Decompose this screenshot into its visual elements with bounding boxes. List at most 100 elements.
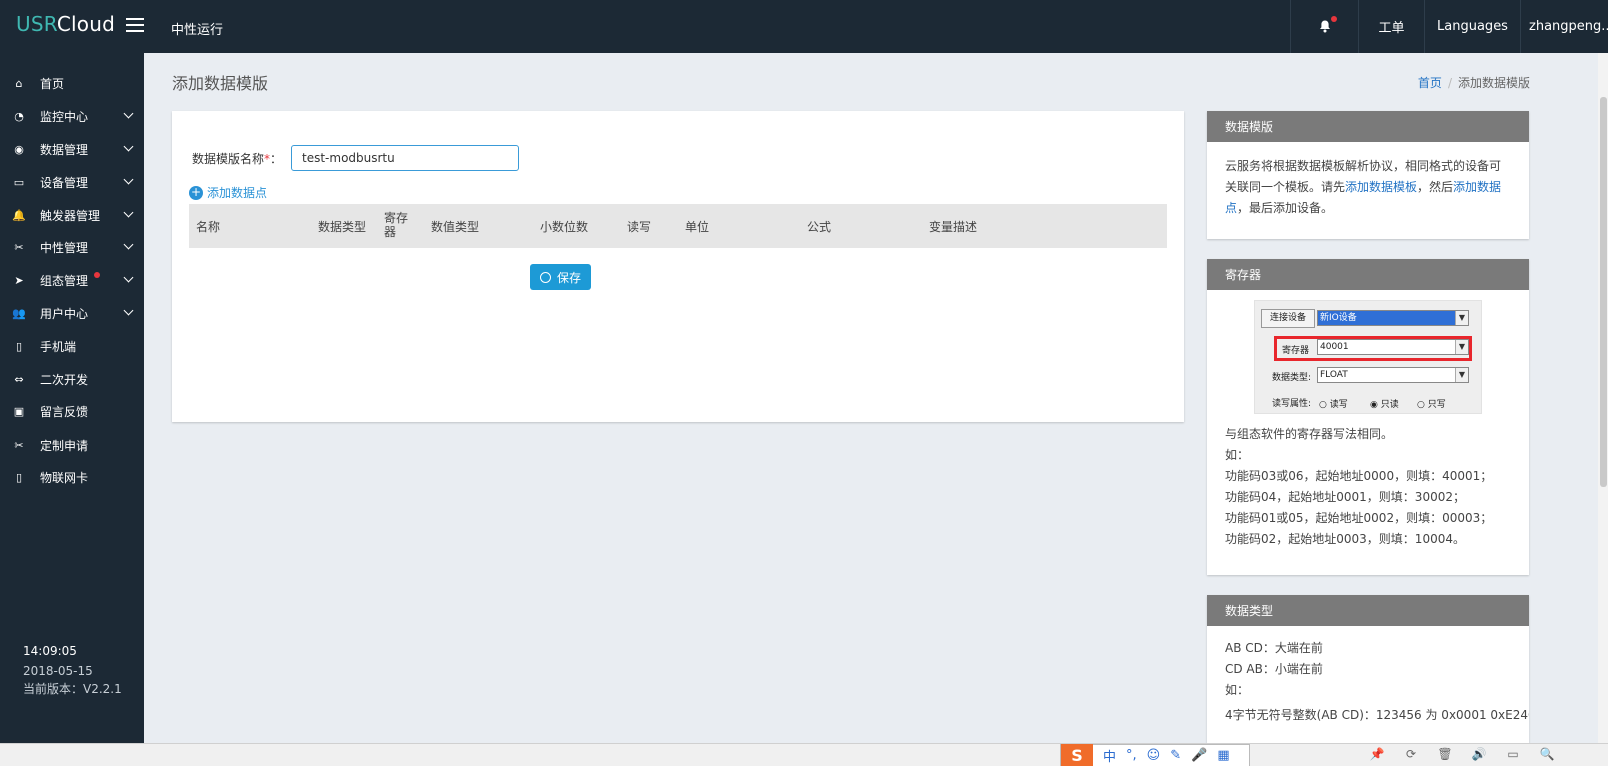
header-right: 工单 Languages zhangpeng... (1290, 0, 1608, 53)
bell-icon: 🔔 (12, 208, 26, 222)
register-help-line: 功能码04，起始地址0001，则填：30002； (1225, 490, 1465, 504)
add-template-link[interactable]: 添加数据模板 (1345, 180, 1417, 194)
logo-cloud: Cloud (56, 12, 115, 36)
panel-body: 与组态软件的寄存器写法相同。 如： 功能码03或06，起始地址0000，则填：4… (1207, 414, 1529, 564)
img-rw-option-label: 只写 (1427, 400, 1446, 410)
column-header: 数值类型 (431, 220, 480, 234)
sidebar-item[interactable]: ✂ 定制申请 (0, 430, 144, 460)
notification-button[interactable] (1290, 0, 1358, 53)
send-icon: ➤ (14, 273, 24, 287)
template-help-panel: 数据模版 云服务将根据数据模板解析协议，相同格式的设备可关联同一个模板。请先添加… (1207, 111, 1529, 239)
logo[interactable]: USRCloud (16, 12, 115, 36)
column-header: 公式 (807, 220, 832, 234)
register-help-line: 功能码02，起始地址0003，则填：10004。 (1225, 532, 1465, 546)
sidebar-clock: 14:09:05 (23, 644, 77, 658)
volume-icon[interactable]: 🔊 (1462, 747, 1496, 761)
template-name-input[interactable] (291, 145, 519, 171)
save-button[interactable]: 保存 (530, 264, 591, 290)
panel-body: AB CD：大端在前 CD AB：小端在前 如： 4字节无符号整数(AB CD)… (1207, 626, 1529, 740)
sogou-logo[interactable]: S (1061, 744, 1093, 766)
sidebar-item-label: 设备管理 (40, 175, 89, 190)
sidebar-item-label: 触发器管理 (40, 208, 101, 223)
sidebar-item[interactable]: 🔔 触发器管理 (0, 200, 144, 230)
hamburger-menu-icon[interactable] (126, 18, 144, 32)
page-scrollbar[interactable] (1598, 53, 1608, 743)
notification-dot (1331, 16, 1337, 22)
datatype-help-panel: 数据类型 AB CD：大端在前 CD AB：小端在前 如： 4字节无符号整数(A… (1207, 595, 1529, 743)
plus-circle-icon: + (189, 184, 203, 200)
user-menu[interactable]: zhangpeng... (1520, 0, 1608, 53)
img-dropdown-arrow-icon: ▼ (1455, 311, 1468, 325)
column-header: 数据类型 (318, 220, 367, 234)
page-title: 添加数据模版 (172, 74, 269, 93)
tools-icon: ✂ (14, 438, 24, 452)
sidebar-item[interactable]: ➤ 组态管理 (0, 265, 144, 295)
languages-dropdown[interactable]: Languages (1424, 0, 1520, 53)
sidebar-item-label: 手机端 (40, 339, 77, 354)
sidebar-item[interactable]: ◔ 监控中心 (0, 101, 144, 131)
scrollbar-thumb[interactable] (1600, 97, 1607, 487)
ime-toolbox-icon[interactable]: ▦ (1217, 748, 1229, 763)
header-title: 中性运行 (171, 23, 224, 38)
refresh-icon[interactable]: ⟳ (1394, 747, 1428, 761)
datatype-help-line: CD AB：小端在前 (1225, 662, 1323, 676)
help-text: ，然后 (1417, 180, 1454, 194)
chevron-down-icon (123, 141, 134, 152)
ime-voice-icon[interactable]: 🎤 (1191, 748, 1207, 763)
sidebar-item-label: 定制申请 (40, 438, 89, 453)
simcard-icon: ▯ (15, 470, 23, 484)
label-colon: ： (270, 152, 283, 166)
search-icon[interactable]: 🔍 (1530, 747, 1564, 761)
sidebar-item-label: 组态管理 (40, 273, 89, 288)
img-rw-option: ◉ 只读 (1370, 400, 1399, 410)
breadcrumb-home[interactable]: 首页 (1418, 76, 1442, 90)
breadcrumb: 首页 / 添加数据模版 (1418, 74, 1530, 91)
ticket-link[interactable]: 工单 (1358, 0, 1424, 53)
sidebar-item[interactable]: ▯ 手机端 (0, 331, 144, 361)
help-text: ，最后添加设备。 (1237, 201, 1334, 215)
os-taskbar: S 中 °, ☺ ✎ 🎤 ▦ 📌 ⟳ 🗑 🔊 ▭ 🔍 (0, 743, 1608, 766)
code-icon: ⇔ (14, 372, 24, 386)
ime-mode-chinese[interactable]: 中 (1103, 746, 1116, 765)
datatype-help-line: 4字节无符号整数(AB CD)：123456 为 0x0001 0xE240 (1225, 708, 1529, 722)
sidebar-version: 当前版本：V2.2.1 (23, 682, 122, 696)
add-data-point-label: 添加数据点 (207, 186, 268, 200)
sidebar-item[interactable]: ▣ 留言反馈 (0, 396, 144, 426)
check-circle-icon (539, 271, 551, 283)
template-name-label-text: 数据模版名称 (192, 152, 265, 166)
sidebar-item[interactable]: 👥 用户中心 (0, 298, 144, 328)
monitor-icon: ▭ (13, 175, 25, 189)
panel-body: 云服务将根据数据模板解析协议，相同格式的设备可关联同一个模板。请先添加数据模板，… (1207, 142, 1529, 233)
register-help-panel: 寄存器 连接设备 新IO设备 ▼ 寄存器 40001 ▼ 数据类型: FLOAT ▼ … (1207, 259, 1529, 575)
sidebar-date: 2018-05-15 (23, 664, 93, 678)
mobile-icon: ▯ (15, 339, 23, 353)
bell-icon (1319, 20, 1330, 33)
trash-icon[interactable]: 🗑 (1428, 747, 1462, 761)
ime-punctuation-icon[interactable]: °, (1126, 748, 1137, 763)
breadcrumb-current: 添加数据模版 (1457, 76, 1530, 90)
breadcrumb-separator: / (1447, 76, 1452, 90)
logo-usr: USR (16, 12, 57, 36)
sidebar-item-label: 用户中心 (40, 306, 89, 321)
add-data-point-button[interactable]: + 添加数据点 (189, 184, 267, 201)
sidebar-item-label: 首页 (40, 76, 65, 91)
chevron-down-icon (123, 272, 134, 283)
sidebar-item[interactable]: ✂ 中性管理 (0, 232, 144, 262)
img-rw-label: 读写属性: (1272, 399, 1312, 409)
sidebar-item[interactable]: ⌂ 首页 (0, 68, 144, 98)
ime-toolbar[interactable]: S 中 °, ☺ ✎ 🎤 ▦ (1060, 744, 1250, 766)
column-header: 变量描述 (929, 220, 978, 234)
ime-handwrite-icon[interactable]: ✎ (1170, 748, 1181, 763)
sidebar-item[interactable]: ◉ 数据管理 (0, 134, 144, 164)
template-name-label: 数据模版名称*： (192, 150, 282, 167)
sidebar-item[interactable]: ⇔ 二次开发 (0, 364, 144, 394)
ime-emoji-icon[interactable]: ☺ (1147, 748, 1161, 763)
sidebar-item[interactable]: ▯ 物联网卡 (0, 462, 144, 492)
pin-icon[interactable]: 📌 (1360, 747, 1394, 761)
sidebar-item-label: 物联网卡 (40, 470, 89, 485)
sidebar-item[interactable]: ▭ 设备管理 (0, 167, 144, 197)
sidebar-item-label: 监控中心 (40, 109, 89, 124)
datatype-help-line: AB CD：大端在前 (1225, 641, 1323, 655)
img-device-combo: 新IO设备 ▼ (1317, 310, 1469, 326)
window-icon[interactable]: ▭ (1496, 747, 1530, 761)
